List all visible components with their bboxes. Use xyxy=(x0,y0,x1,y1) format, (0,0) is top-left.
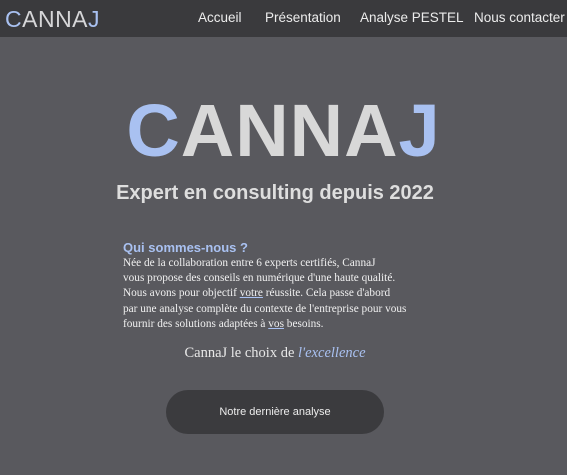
brand-letter-j: J xyxy=(88,6,101,32)
hero-title-letter-j: J xyxy=(398,89,441,172)
about-line-5-start: fournir des solutions adaptées à xyxy=(123,317,269,330)
hero-title-letter-c: C xyxy=(126,89,181,172)
nav-link-nous-contacter[interactable]: Nous contacter xyxy=(474,10,565,26)
about-line-4: par une analyse complète du contexte de … xyxy=(123,302,407,315)
brand-middle: ANNA xyxy=(22,6,89,32)
about-line-5-end: besoins. xyxy=(283,317,324,330)
about-emphasis-votre: votre xyxy=(239,287,263,300)
hero-title: CANNAJ xyxy=(0,86,567,176)
about-line-2: vous propose des conseils en numérique d… xyxy=(123,272,396,285)
nav-link-presentation[interactable]: Présentation xyxy=(265,10,341,26)
tagline-text: CannaJ le choix de xyxy=(184,345,299,361)
about-line-1: Née de la collaboration entre 6 experts … xyxy=(123,257,376,269)
hero-subtitle: Expert en consulting depuis 2022 xyxy=(116,182,434,204)
tagline: CannaJ le choix de l'excellence xyxy=(0,344,550,362)
brand-logo[interactable]: CANNAJ xyxy=(5,6,100,32)
about-paragraph: Née de la collaboration entre 6 experts … xyxy=(123,256,443,332)
about-section: Qui sommes-nous ? Née de la collaboratio… xyxy=(123,240,443,332)
about-line-3-end: réussite. Cela passe d'abord xyxy=(262,287,391,300)
hero-title-middle: ANNA xyxy=(180,89,399,172)
about-line-3-start: Nous avons pour objectif xyxy=(123,287,240,300)
about-heading: Qui sommes-nous ? xyxy=(123,240,248,255)
latest-analysis-button[interactable]: Notre dernière analyse xyxy=(166,390,384,434)
brand-letter-c: C xyxy=(5,6,23,32)
nav-link-analyse-pestel[interactable]: Analyse PESTEL xyxy=(360,10,464,26)
tagline-emphasis: l'excellence xyxy=(298,345,366,361)
nav-link-accueil[interactable]: Accueil xyxy=(198,10,242,26)
top-navbar: CANNAJ Accueil Présentation Analyse PEST… xyxy=(0,0,567,37)
about-emphasis-vos: vos xyxy=(268,317,284,330)
